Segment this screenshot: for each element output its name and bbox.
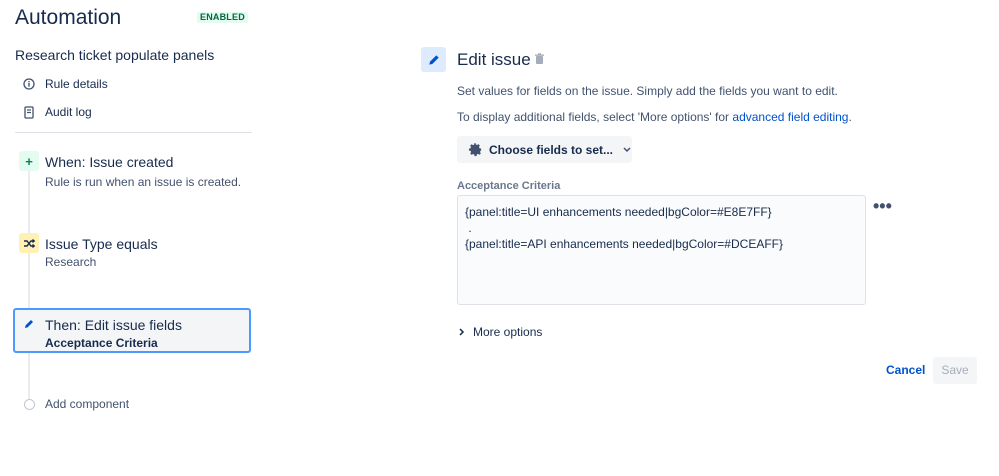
choose-fields-label: Choose fields to set... xyxy=(489,142,614,157)
acceptance-criteria-input[interactable]: {panel:title=UI enhancements needed|bgCo… xyxy=(457,195,866,305)
app-title: Automation xyxy=(15,6,122,29)
nav-divider xyxy=(15,132,252,133)
nav-audit-log[interactable]: Audit log xyxy=(22,103,92,121)
panel-title: Edit issue xyxy=(457,50,531,69)
panel-description: Set values for fields on the issue. Simp… xyxy=(457,84,838,98)
status-badge: ENABLED xyxy=(197,12,248,23)
panel-description-advanced: To display additional fields, select 'Mo… xyxy=(457,110,852,124)
chevron-down-icon xyxy=(623,146,631,153)
shuffle-icon xyxy=(19,233,39,253)
nav-rule-details[interactable]: Rule details xyxy=(22,75,108,93)
plus-icon: + xyxy=(19,151,39,171)
trash-icon[interactable] xyxy=(534,53,545,68)
step-action[interactable]: Then: Edit issue fields Acceptance Crite… xyxy=(13,308,251,353)
step-trigger[interactable]: + When: Issue created Rule is run when a… xyxy=(13,150,251,194)
document-icon xyxy=(22,105,36,119)
advanced-text: To display additional fields, select 'Mo… xyxy=(457,110,733,124)
acceptance-criteria-label: Acceptance Criteria xyxy=(457,180,561,192)
step-action-subtitle: Acceptance Criteria xyxy=(45,336,158,350)
pencil-icon xyxy=(20,315,38,333)
more-options-toggle[interactable]: More options xyxy=(459,325,542,339)
step-condition[interactable]: Issue Type equals Research xyxy=(13,232,251,276)
edit-issue-icon xyxy=(421,47,446,72)
nav-audit-log-label: Audit log xyxy=(45,105,92,119)
choose-fields-button[interactable]: Choose fields to set... xyxy=(457,136,632,163)
save-button[interactable]: Save xyxy=(933,357,977,384)
rule-name: Research ticket populate panels xyxy=(15,47,215,63)
nav-rule-details-label: Rule details xyxy=(45,77,108,91)
info-icon xyxy=(22,77,36,91)
add-component-link[interactable]: Add component xyxy=(45,397,129,411)
step-condition-subtitle: Research xyxy=(45,255,97,269)
advanced-text-end: . xyxy=(848,110,852,124)
add-component-icon xyxy=(24,399,35,410)
advanced-field-editing-link[interactable]: advanced field editing xyxy=(732,110,848,124)
step-trigger-title: When: Issue created xyxy=(45,154,174,170)
more-actions-icon[interactable]: ••• xyxy=(873,196,892,217)
gear-icon xyxy=(468,142,483,157)
step-condition-title: Issue Type equals xyxy=(45,236,158,252)
chevron-right-icon xyxy=(459,328,465,336)
more-options-label: More options xyxy=(473,325,543,339)
step-trigger-subtitle: Rule is run when an issue is created. xyxy=(45,175,242,189)
cancel-button[interactable]: Cancel xyxy=(880,357,931,384)
step-action-title: Then: Edit issue fields xyxy=(45,317,182,333)
